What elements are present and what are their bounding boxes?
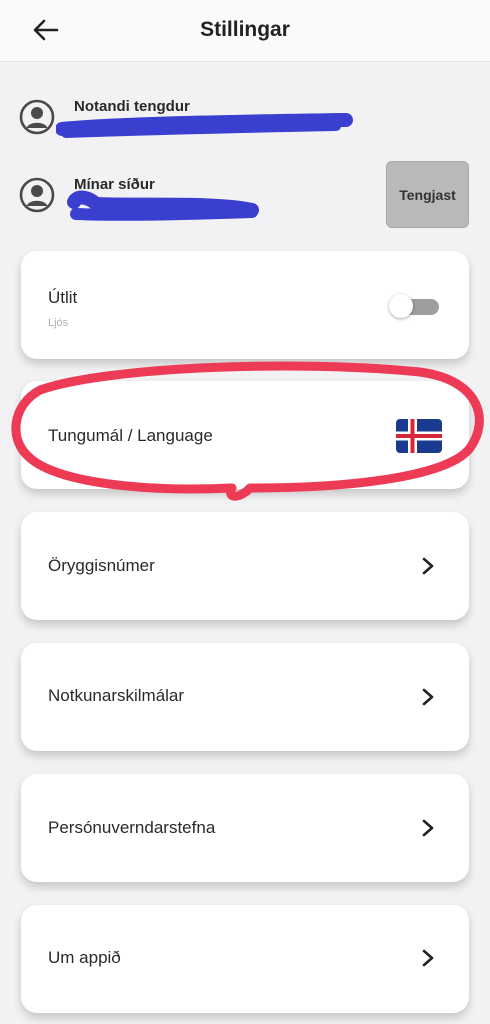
page-title: Stillingar (200, 18, 290, 41)
settings-item-label: Öryggisnúmer (48, 556, 155, 575)
language-card[interactable]: Tungumál / Language (21, 381, 469, 489)
settings-item-terms-of-use[interactable]: Notkunarskilmálar (21, 643, 469, 751)
settings-item-privacy-policy[interactable]: Persónuverndarstefna (21, 774, 469, 882)
settings-item-label: Notkunarskilmálar (48, 686, 185, 705)
appearance-toggle[interactable] (389, 294, 439, 318)
connected-user-row: Notandi tengdur (18, 98, 348, 138)
chevron-right-icon (422, 557, 434, 575)
iceland-flag-icon (396, 419, 442, 453)
settings-item-about-app[interactable]: Um appið (21, 905, 469, 1013)
connected-user-label: Notandi tengdur (74, 98, 190, 115)
top-bar: Stillingar (0, 0, 490, 62)
user-circle-icon (19, 99, 55, 135)
appearance-card[interactable]: Útlit Ljós (21, 251, 469, 359)
chevron-right-icon (422, 949, 434, 967)
settings-item-security-number[interactable]: Öryggisnúmer (21, 512, 469, 620)
chevron-right-icon (422, 819, 434, 837)
appearance-value: Ljós (48, 317, 69, 329)
connect-button[interactable]: Tengjast (386, 161, 469, 228)
language-label: Tungumál / Language (48, 426, 213, 445)
my-pages-row[interactable]: Mínar síður (18, 176, 348, 216)
appearance-label: Útlit (48, 288, 78, 307)
user-circle-icon (19, 177, 55, 213)
toggle-knob (389, 294, 413, 318)
my-pages-label: Mínar síður (74, 176, 155, 193)
settings-item-label: Um appið (48, 948, 121, 967)
settings-item-label: Persónuverndarstefna (48, 818, 216, 837)
chevron-right-icon (422, 688, 434, 706)
